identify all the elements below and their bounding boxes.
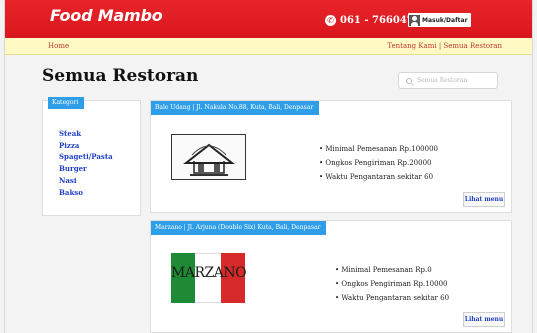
restaurant-info: Minimal Pemesanan Rp.100000 Ongkos Pengi…: [319, 142, 438, 184]
restaurant-logo: MARZANO: [171, 253, 247, 303]
category-bakso[interactable]: Bakso: [59, 187, 113, 199]
info-delivery-time: Waktu Pengantaran sekitar 60: [319, 170, 438, 184]
phone-icon: ✆: [325, 15, 336, 26]
category-burger[interactable]: Burger: [59, 163, 113, 175]
login-button[interactable]: Masuk/Daftar: [408, 13, 471, 27]
restaurant-info: Minimal Pemesanan Rp.0 Ongkos Pengiriman…: [335, 263, 449, 305]
nav-bar: Home Tentang Kami | Semua Restoran: [5, 38, 532, 55]
info-delivery-fee: Ongkos Pengiriman Rp.10000: [335, 277, 449, 291]
info-delivery-time: Waktu Pengantaran sekitar 60: [335, 291, 449, 305]
view-menu-button[interactable]: Lihat menu: [463, 192, 505, 207]
category-list: Steak Pizza Spageti/Pasta Burger Nasi Ba…: [59, 128, 113, 198]
category-nasi[interactable]: Nasi: [59, 175, 113, 187]
restaurant-logo: [171, 134, 246, 180]
category-steak[interactable]: Steak: [59, 128, 113, 140]
category-spageti-pasta[interactable]: Spageti/Pasta: [59, 151, 113, 163]
top-header: Food Mambo ✆ 061 - 76604717 Masuk/Daftar: [5, 0, 532, 38]
info-minimum-order: Minimal Pemesanan Rp.100000: [319, 142, 438, 156]
info-minimum-order: Minimal Pemesanan Rp.0: [335, 263, 449, 277]
restaurant-card: Marzano | Jl. Arjuna (Double Six) Kuta, …: [150, 220, 512, 333]
user-icon: [409, 14, 420, 26]
category-sidebar: Kategori Steak Pizza Spageti/Pasta Burge…: [42, 97, 141, 216]
info-delivery-fee: Ongkos Pengiriman Rp.20000: [319, 156, 438, 170]
search-input[interactable]: Semua Restoran: [398, 72, 498, 89]
nav-right-links[interactable]: Tentang Kami | Semua Restoran: [387, 42, 502, 50]
login-label: Masuk/Daftar: [422, 16, 468, 24]
site-logo[interactable]: Food Mambo: [50, 6, 163, 25]
marzano-logo-text: MARZANO: [171, 265, 247, 281]
sidebar-title: Kategori: [48, 97, 85, 109]
restaurant-card: Bale Udang | Jl. Nakula No.88, Kuta, Bal…: [150, 100, 512, 213]
search-placeholder: Semua Restoran: [417, 77, 468, 84]
restaurant-header[interactable]: Marzano | Jl. Arjuna (Double Six) Kuta, …: [151, 221, 327, 235]
app-frame: Food Mambo ✆ 061 - 76604717 Masuk/Daftar…: [4, 0, 533, 333]
search-icon: [406, 77, 412, 84]
category-pizza[interactable]: Pizza: [59, 140, 113, 152]
nav-home-link[interactable]: Home: [48, 42, 69, 50]
bale-udang-logo-icon: [183, 143, 235, 176]
restaurant-header[interactable]: Bale Udang | Jl. Nakula No.88, Kuta, Bal…: [151, 101, 320, 115]
page-title: Semua Restoran: [42, 66, 199, 86]
view-menu-button[interactable]: Lihat menu: [463, 312, 505, 327]
